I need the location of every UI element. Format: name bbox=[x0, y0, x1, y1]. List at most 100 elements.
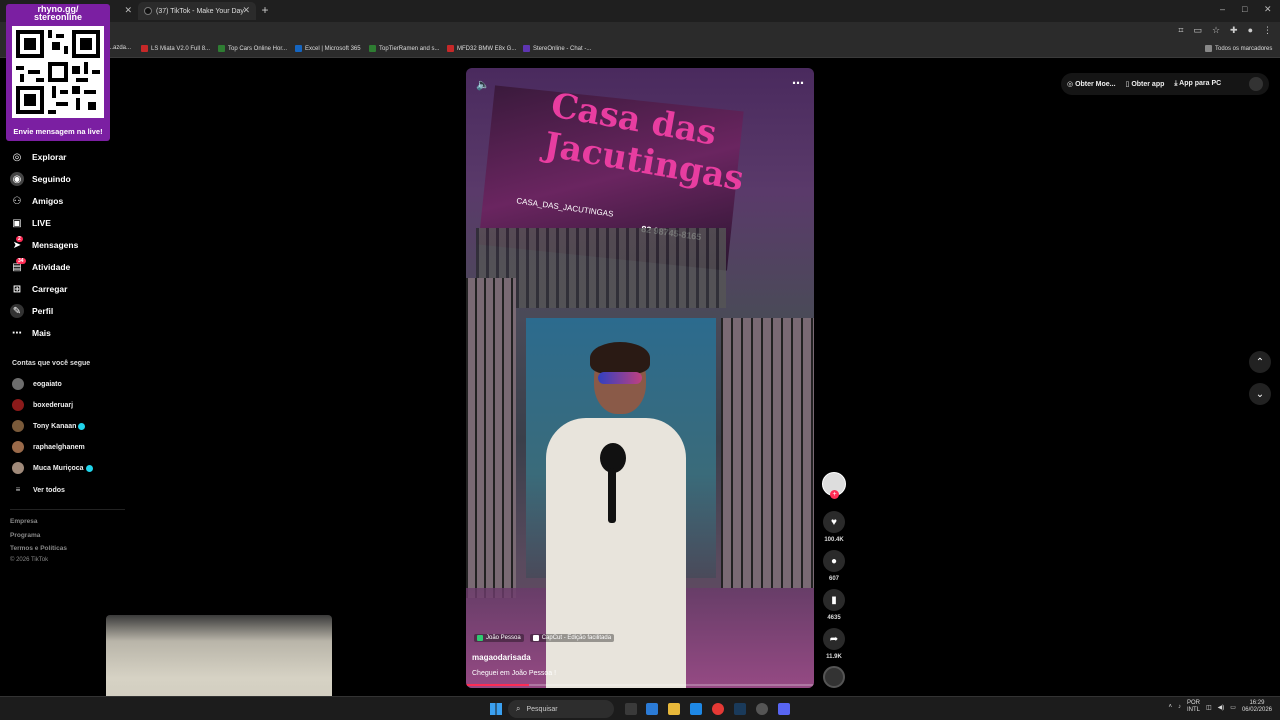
cast-icon[interactable]: ▭ bbox=[1193, 25, 1202, 36]
music-disc-icon[interactable] bbox=[823, 666, 845, 688]
volume-icon[interactable]: 🔈 bbox=[476, 78, 490, 91]
extensions-icon[interactable]: ✚ bbox=[1230, 25, 1238, 36]
footer-link-termos[interactable]: Termos e Políticas bbox=[10, 545, 67, 552]
more-options-icon[interactable]: ⋯ bbox=[792, 76, 804, 90]
bookmark-item[interactable]: TopTierRamen and s... bbox=[369, 45, 439, 52]
close-tab-icon[interactable]: ✕ bbox=[242, 5, 250, 16]
footer-link-empresa[interactable]: Empresa bbox=[10, 518, 37, 525]
verified-icon bbox=[78, 422, 86, 430]
get-coins-button[interactable]: ◎ Obter Moe... bbox=[1067, 80, 1116, 88]
task-view-icon[interactable] bbox=[625, 703, 637, 715]
stream-qr-overlay: rhyno.gg/ stereonline Envie mensagem na … bbox=[6, 4, 110, 141]
nav-amigos[interactable]: ⚇ Amigos bbox=[10, 192, 64, 210]
user-avatar[interactable] bbox=[1249, 77, 1263, 91]
windows-start-icon[interactable] bbox=[490, 703, 502, 715]
new-tab-button[interactable]: + bbox=[258, 3, 272, 17]
activity-icon: ▤ 34 bbox=[12, 258, 26, 273]
bookmark-item[interactable]: StereOnline - Chat -... bbox=[523, 45, 591, 52]
location-tag[interactable]: João Pessoa bbox=[474, 634, 524, 642]
mic-icon[interactable]: ♪ bbox=[1178, 704, 1181, 710]
discord-icon[interactable] bbox=[778, 703, 790, 715]
speaker-icon[interactable]: ◀) bbox=[1218, 704, 1225, 711]
video-grate bbox=[466, 278, 516, 598]
browser-tab-previous[interactable]: ✕ bbox=[112, 2, 138, 20]
save-button[interactable]: ▮ bbox=[823, 589, 845, 611]
like-button[interactable]: ♥ bbox=[823, 511, 845, 533]
chevron-up-icon[interactable]: ˄ bbox=[1168, 704, 1172, 710]
footer-link-programa[interactable]: Programa bbox=[10, 532, 40, 539]
activity-badge: 34 bbox=[16, 258, 26, 264]
bookmark-star-icon[interactable]: ☆ bbox=[1212, 25, 1220, 36]
video-player[interactable]: Casa das Jacutingas CASA_DAS_JACUTINGAS … bbox=[466, 68, 814, 688]
nav-seguindo[interactable]: ◉ Seguindo bbox=[10, 170, 71, 188]
avatar bbox=[12, 378, 24, 390]
creator-avatar[interactable]: + bbox=[822, 472, 846, 499]
menu-icon[interactable]: ⋮ bbox=[1263, 25, 1272, 36]
bookmark-item[interactable]: LS Miata V2.0 Full 8... bbox=[141, 45, 210, 52]
video-author[interactable]: magaodarisada bbox=[472, 653, 531, 662]
see-all-link[interactable]: ≡ Ver todos bbox=[12, 483, 65, 497]
nav-atividade[interactable]: ▤ 34 Atividade bbox=[10, 258, 70, 276]
copilot-icon[interactable] bbox=[646, 703, 658, 715]
following-account[interactable]: eogaiato bbox=[12, 377, 62, 391]
file-explorer-icon[interactable] bbox=[668, 703, 680, 715]
capcut-tag[interactable]: CapCut - Edição facilitada bbox=[529, 634, 615, 642]
qr-code-icon bbox=[12, 26, 104, 118]
verified-icon bbox=[85, 464, 93, 472]
maximize-icon[interactable]: □ bbox=[1242, 4, 1247, 14]
nav-live[interactable]: ▣ LIVE bbox=[10, 214, 51, 232]
nav-perfil[interactable]: ✎ Perfil bbox=[10, 302, 53, 320]
store-icon[interactable] bbox=[690, 703, 702, 715]
comment-button[interactable]: ● bbox=[823, 550, 845, 572]
avatar bbox=[12, 462, 24, 474]
close-window-icon[interactable]: ✕ bbox=[1264, 4, 1272, 15]
friends-icon: ⚇ bbox=[12, 195, 22, 207]
bookmark-item[interactable]: ...azda... bbox=[108, 45, 131, 51]
network-icon[interactable]: ◫ bbox=[1206, 704, 1212, 711]
share-icon: ➦ bbox=[829, 633, 839, 645]
get-app-button[interactable]: ▯ Obter app bbox=[1126, 80, 1165, 88]
avatar bbox=[12, 399, 24, 411]
follow-plus-icon[interactable]: + bbox=[830, 490, 839, 499]
minimize-icon[interactable]: – bbox=[1220, 4, 1225, 14]
capcut-icon bbox=[532, 635, 539, 641]
browser-tab-tiktok[interactable]: (37) TikTok - Make Your Day ✕ bbox=[138, 2, 256, 20]
following-account[interactable]: Tony Kanaan bbox=[12, 419, 86, 433]
nav-mais[interactable]: ⋯ Mais bbox=[10, 324, 51, 342]
pc-app-button[interactable]: ⤓ App para PC bbox=[1174, 80, 1221, 88]
top-right-actions: ◎ Obter Moe... ▯ Obter app ⤓ App para PC bbox=[1061, 73, 1269, 95]
bookmark-item[interactable]: Top Cars Online Hor... bbox=[218, 45, 287, 52]
close-tab-icon[interactable]: ✕ bbox=[124, 5, 132, 16]
overlay-url: rhyno.gg/ stereonline bbox=[33, 4, 82, 22]
bookmark-item[interactable]: MFD32 BMW E8x G... bbox=[447, 45, 516, 52]
taskbar-search[interactable]: ⌕ Pesquisar bbox=[508, 700, 614, 718]
profile-icon[interactable]: ● bbox=[1248, 25, 1253, 36]
nav-carregar[interactable]: ⊞ Carregar bbox=[10, 280, 68, 298]
bookmarks-folder[interactable]: Todos os marcadores bbox=[1205, 45, 1272, 52]
address-bar[interactable]: ⌗ ▭ ☆ ✚ ● ⋮ bbox=[0, 22, 1280, 42]
browser-tab-bar: ✕ (37) TikTok - Make Your Day ✕ + – □ ✕ bbox=[0, 0, 1280, 22]
more-icon: ⋯ bbox=[12, 327, 22, 339]
nav-mensagens[interactable]: ➤ 2 Mensagens bbox=[10, 236, 78, 254]
clock[interactable]: 16:29 06/02/2026 bbox=[1242, 700, 1272, 714]
messages-badge: 2 bbox=[16, 236, 23, 242]
chrome-icon[interactable] bbox=[712, 703, 724, 715]
bookmark-item[interactable]: Excel | Microsoft 365 bbox=[295, 45, 361, 52]
following-account[interactable]: raphaelghanem bbox=[12, 440, 85, 454]
nav-explorar[interactable]: ◎ Explorar bbox=[10, 148, 67, 166]
following-account[interactable]: boxederuarj bbox=[12, 398, 73, 412]
share-count: 11.9K bbox=[826, 654, 842, 660]
next-video-button[interactable]: ⌄ bbox=[1249, 383, 1271, 405]
share-button[interactable]: ➦ bbox=[823, 628, 845, 650]
following-account[interactable]: Muca Muriçoca bbox=[12, 461, 93, 475]
profile-icon: ✎ bbox=[10, 304, 24, 318]
translate-icon[interactable]: ⌗ bbox=[1178, 25, 1183, 36]
comment-count: 607 bbox=[828, 576, 839, 582]
language-indicator[interactable]: POR INTL bbox=[1187, 700, 1200, 714]
steam-icon[interactable] bbox=[734, 703, 746, 715]
app-icon[interactable] bbox=[756, 703, 768, 715]
video-progress-bar[interactable] bbox=[466, 684, 814, 686]
previous-video-button[interactable]: ⌃ bbox=[1249, 351, 1271, 373]
battery-icon[interactable]: ▭ bbox=[1230, 704, 1236, 711]
chevron-up-icon: ⌃ bbox=[1255, 356, 1265, 368]
